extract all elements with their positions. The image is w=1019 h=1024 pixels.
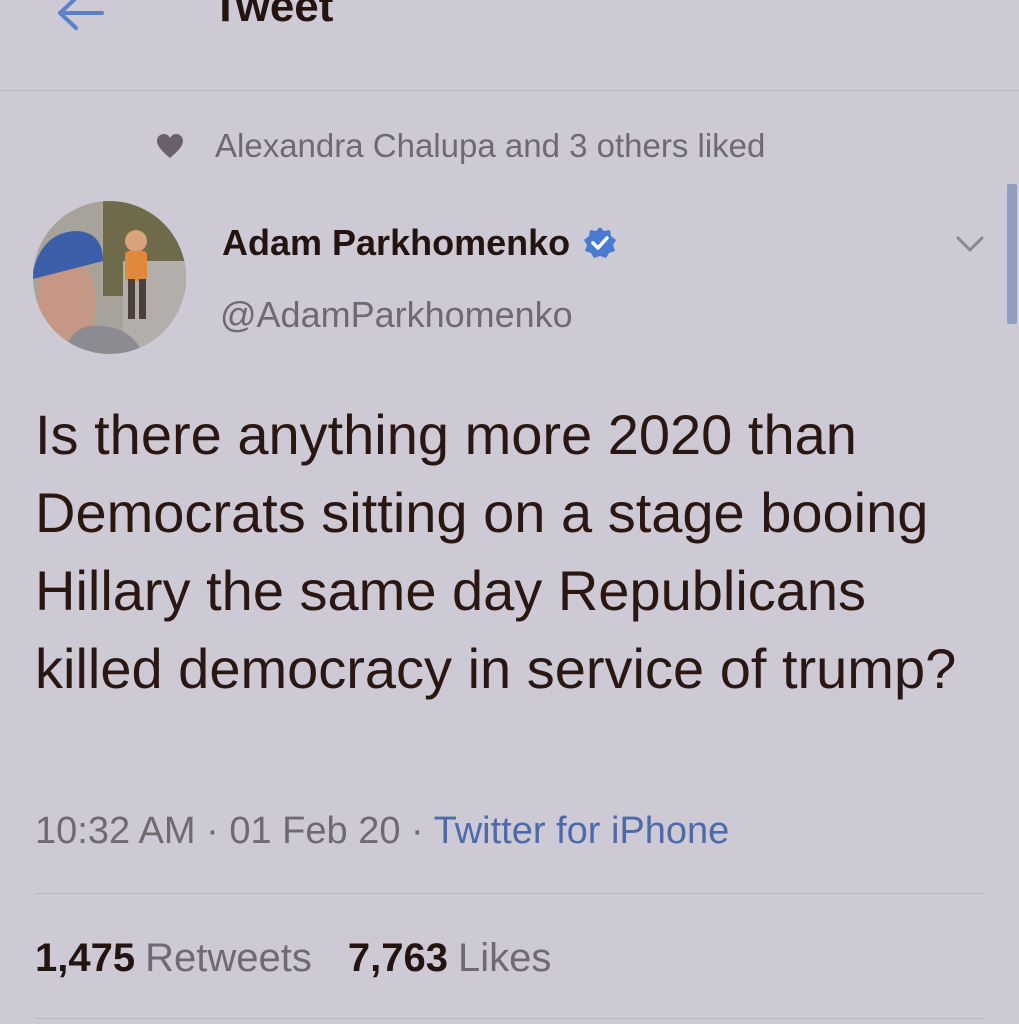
tweet-stats: 1,475 Retweets 7,763 Likes — [35, 936, 551, 981]
arrow-left-icon — [58, 0, 104, 30]
author-handle[interactable]: @AdamParkhomenko — [220, 294, 573, 336]
author-name: Adam Parkhomenko — [222, 222, 571, 263]
likes-label: Likes — [457, 936, 552, 980]
tweet-text: Is there anything more 2020 than Democra… — [35, 403, 957, 700]
divider — [35, 1018, 985, 1019]
chevron-down-icon — [956, 236, 984, 252]
avatar[interactable] — [33, 201, 186, 354]
tweet-time: 10:32 AM — [35, 810, 196, 852]
tweet-options-button[interactable] — [950, 228, 990, 260]
divider — [35, 893, 985, 894]
likes-stat[interactable]: 7,763 Likes — [348, 936, 552, 981]
retweets-count: 1,475 — [35, 936, 136, 980]
retweets-stat[interactable]: 1,475 Retweets — [35, 936, 312, 981]
likes-count: 7,763 — [347, 936, 448, 980]
meta-separator: · — [206, 810, 219, 852]
scrollbar[interactable] — [1007, 184, 1017, 324]
back-button[interactable] — [50, 0, 110, 38]
tweet-date: 01 Feb 20 — [229, 810, 401, 852]
social-context-text: Alexandra Chalupa and 3 others liked — [215, 127, 766, 164]
tweet-metadata: 10:32 AM · 01 Feb 20 · Twitter for iPhon… — [35, 810, 729, 853]
author-name-row[interactable]: Adam Parkhomenko — [222, 222, 618, 264]
social-context[interactable]: Alexandra Chalupa and 3 others liked — [155, 126, 765, 166]
page-title: Tweet — [212, 0, 334, 31]
heart-icon — [157, 134, 183, 158]
meta-separator: · — [411, 810, 424, 852]
tweet-source-link[interactable]: Twitter for iPhone — [434, 810, 730, 852]
top-app-bar: Tweet — [0, 0, 1019, 91]
avatar-photo — [33, 201, 186, 354]
verified-badge-icon — [584, 227, 617, 258]
retweets-label: Retweets — [145, 936, 312, 980]
